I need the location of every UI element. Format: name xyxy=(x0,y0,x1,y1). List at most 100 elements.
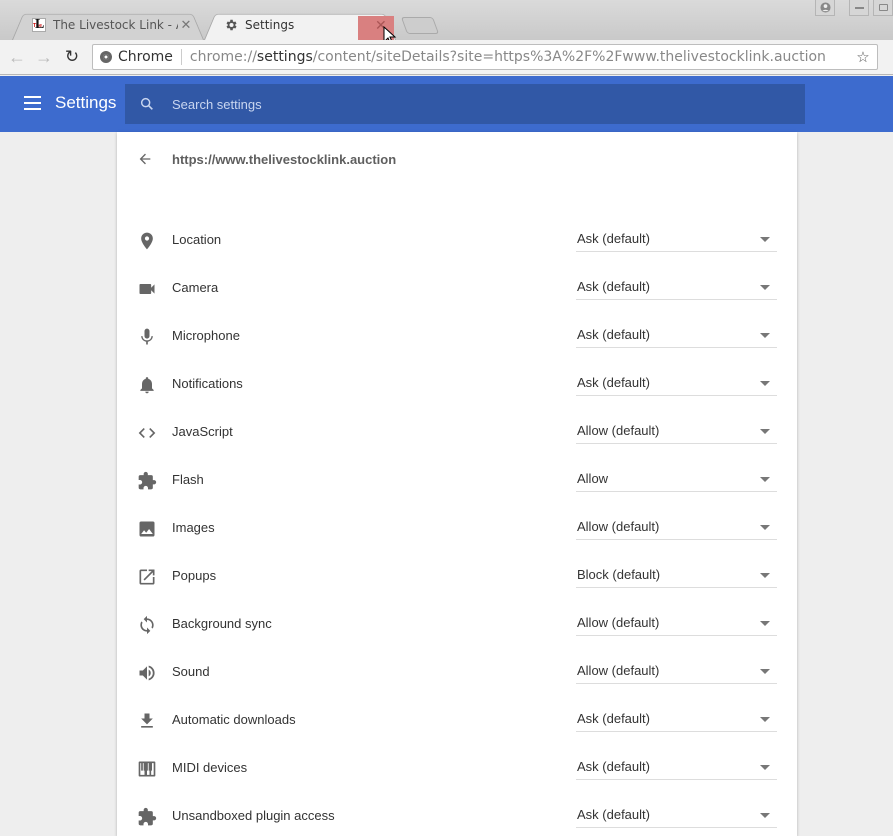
permission-value: Block (default) xyxy=(577,567,661,582)
search-icon xyxy=(140,97,153,110)
site-details-card: https://www.thelivestocklink.auction Loc… xyxy=(117,132,797,836)
search-box[interactable] xyxy=(125,84,805,124)
permission-row-notifications: Notifications Ask (default) xyxy=(117,360,797,408)
dropdown-caret-icon xyxy=(760,525,770,530)
security-chip[interactable]: Chrome xyxy=(118,49,173,65)
permission-select[interactable]: Ask (default) xyxy=(576,320,777,348)
permission-select[interactable]: Allow xyxy=(576,464,777,492)
permission-row-flash: Flash Allow xyxy=(117,456,797,504)
dropdown-caret-icon xyxy=(760,429,770,434)
permission-row-automatic-downloads: Automatic downloads Ask (default) xyxy=(117,696,797,744)
url-scheme: chrome:// xyxy=(189,49,257,65)
permission-label: Automatic downloads xyxy=(172,712,296,727)
dropdown-caret-icon xyxy=(760,669,770,674)
dropdown-caret-icon xyxy=(760,717,770,722)
permission-label: Location xyxy=(172,232,222,247)
permission-label: Popups xyxy=(172,568,217,583)
permission-select[interactable]: Block (default) xyxy=(576,560,777,588)
settings-title: Settings xyxy=(55,93,117,112)
dropdown-caret-icon xyxy=(760,237,770,242)
permission-label: Microphone xyxy=(172,328,240,343)
tab-close-icon[interactable]: ✕ xyxy=(178,17,194,33)
permission-row-midi-devices: MIDI devices Ask (default) xyxy=(117,744,797,792)
permission-row-javascript: JavaScript Allow (default) xyxy=(117,408,797,456)
dropdown-caret-icon xyxy=(760,333,770,338)
puzzle-piece-icon xyxy=(137,807,157,827)
permission-value: Ask (default) xyxy=(577,279,650,294)
permission-value: Ask (default) xyxy=(577,711,650,726)
permission-row-camera: Camera Ask (default) xyxy=(117,264,797,312)
maximize-icon[interactable] xyxy=(873,0,893,16)
permission-select[interactable]: Ask (default) xyxy=(576,272,777,300)
forward-button[interactable]: → xyxy=(34,47,54,67)
permission-label: MIDI devices xyxy=(172,760,248,775)
permission-select[interactable]: Allow (default) xyxy=(576,416,777,444)
dropdown-caret-icon xyxy=(760,477,770,482)
gear-icon xyxy=(226,19,237,31)
url-host: settings xyxy=(256,49,313,65)
permission-value: Ask (default) xyxy=(577,327,650,342)
bell-icon xyxy=(137,375,157,395)
permission-select[interactable]: Ask (default) xyxy=(576,224,777,252)
permission-select[interactable]: Ask (default) xyxy=(576,800,777,828)
permission-label: Notifications xyxy=(172,376,243,391)
camera-icon xyxy=(137,279,157,299)
livestock-link-favicon-icon: The L xyxy=(32,17,46,32)
speaker-icon xyxy=(137,663,157,683)
piano-keys-icon xyxy=(137,759,157,779)
menu-icon[interactable] xyxy=(24,96,41,110)
site-origin-title: https://www.thelivestocklink.auction xyxy=(172,152,397,167)
permission-value: Allow (default) xyxy=(577,423,660,438)
puzzle-piece-icon xyxy=(137,471,157,491)
permission-select[interactable]: Allow (default) xyxy=(576,512,777,540)
permission-row-microphone: Microphone Ask (default) xyxy=(117,312,797,360)
permission-select[interactable]: Ask (default) xyxy=(576,752,777,780)
dropdown-caret-icon xyxy=(760,621,770,626)
permission-row-background-sync: Background sync Allow (default) xyxy=(117,600,797,648)
permission-select[interactable]: Allow (default) xyxy=(576,656,777,684)
permission-label: Background sync xyxy=(172,616,272,631)
minimize-icon[interactable] xyxy=(849,0,869,16)
tab-livestock-link[interactable]: TheL The Livestock Link - Auc ✕ xyxy=(12,10,204,41)
code-icon xyxy=(137,423,157,443)
dropdown-caret-icon xyxy=(760,285,770,290)
permission-row-popups: Popups Block (default) xyxy=(117,552,797,600)
new-tab-button[interactable] xyxy=(400,17,440,34)
permission-value: Allow (default) xyxy=(577,615,660,630)
permission-row-location: Location Ask (default) xyxy=(117,216,797,264)
microphone-icon xyxy=(137,327,157,347)
permission-label: Unsandboxed plugin access xyxy=(172,808,335,823)
permission-value: Ask (default) xyxy=(577,759,650,774)
open-in-new-icon xyxy=(137,567,157,587)
dropdown-caret-icon xyxy=(760,765,770,770)
permission-select[interactable]: Ask (default) xyxy=(576,704,777,732)
permission-row-sound: Sound Allow (default) xyxy=(117,648,797,696)
browser-toolbar: ← → ↻ Chrome chrome://settings/content/s… xyxy=(0,40,893,75)
url-text[interactable]: chrome://settings/content/siteDetails?si… xyxy=(190,49,853,65)
image-icon xyxy=(137,519,157,539)
url-path: /content/siteDetails?site=https%3A%2F%2F… xyxy=(312,49,826,65)
back-arrow-icon[interactable] xyxy=(137,151,153,167)
dropdown-caret-icon xyxy=(760,381,770,386)
permission-select[interactable]: Ask (default) xyxy=(576,368,777,396)
search-input[interactable] xyxy=(172,96,772,112)
settings-header: Settings xyxy=(0,76,893,132)
permission-value: Ask (default) xyxy=(577,807,650,822)
window-controls xyxy=(815,0,893,16)
reload-button[interactable]: ↻ xyxy=(62,47,82,67)
permission-value: Allow (default) xyxy=(577,663,660,678)
permission-row-images: Images Allow (default) xyxy=(117,504,797,552)
permission-select[interactable]: Allow (default) xyxy=(576,608,777,636)
back-button[interactable]: ← xyxy=(7,47,27,67)
dropdown-caret-icon xyxy=(760,573,770,578)
address-bar[interactable]: Chrome chrome://settings/content/siteDet… xyxy=(92,44,878,70)
permission-value: Ask (default) xyxy=(577,231,650,246)
download-icon xyxy=(137,711,157,731)
tab-title: The Livestock Link - Auc xyxy=(53,18,178,32)
bookmark-star-icon[interactable]: ☆ xyxy=(853,48,873,66)
permission-row-unsandboxed-plugin-access: Unsandboxed plugin access Ask (default) xyxy=(117,792,797,836)
profile-icon[interactable] xyxy=(815,0,835,16)
chip-divider xyxy=(180,49,182,65)
location-pin-icon xyxy=(137,231,157,251)
tab-strip: TheL The Livestock Link - Auc ✕ Settings… xyxy=(0,0,893,46)
